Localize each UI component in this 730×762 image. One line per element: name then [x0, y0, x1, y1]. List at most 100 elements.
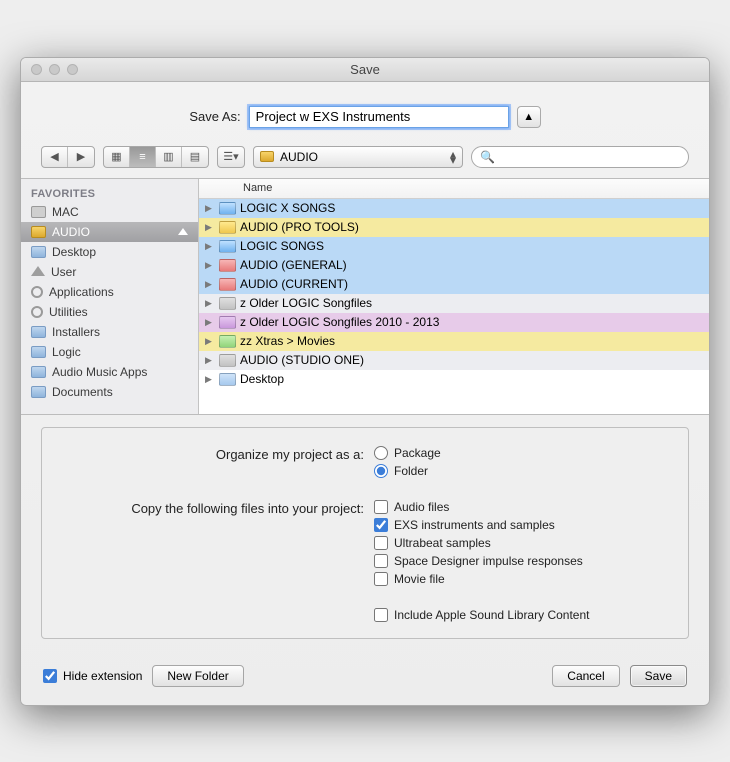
new-folder-button[interactable]: New Folder	[152, 665, 243, 687]
file-list: Name ▶LOGIC X SONGS▶AUDIO (PRO TOOLS)▶LO…	[199, 179, 709, 414]
sidebar-item-logic[interactable]: Logic	[21, 342, 198, 362]
sidebar-item-label: AUDIO	[52, 225, 90, 239]
expand-collapse-button[interactable]: ▲	[517, 106, 541, 128]
include-library-label: Include Apple Sound Library Content	[394, 608, 589, 622]
radio-label: Package	[394, 446, 441, 460]
save-button[interactable]: Save	[630, 665, 687, 687]
view-mode-segment: ▦ ≡ ▥ ▤	[103, 146, 209, 168]
sidebar-item-label: Logic	[52, 345, 81, 359]
disclosure-triangle-icon[interactable]: ▶	[205, 222, 215, 233]
gear-icon	[31, 286, 43, 298]
file-row[interactable]: ▶ LOGIC SONGS	[199, 237, 709, 256]
organize-radio-package[interactable]: Package	[374, 446, 666, 460]
copy-checkbox-input[interactable]	[374, 518, 388, 532]
nav-back-forward: ◀ ▶	[41, 146, 95, 168]
folder-icon	[219, 278, 236, 291]
search-field[interactable]: 🔍	[471, 146, 689, 168]
hide-extension-label: Hide extension	[63, 669, 142, 683]
disclosure-triangle-icon[interactable]: ▶	[205, 203, 215, 214]
group-by-button[interactable]: ☰▾	[218, 147, 244, 167]
triangle-up-icon: ▲	[523, 111, 534, 123]
options-area: Organize my project as a: PackageFolder …	[21, 414, 709, 655]
file-row[interactable]: ▶Desktop	[199, 370, 709, 389]
sidebar-item-utilities[interactable]: Utilities	[21, 302, 198, 322]
include-library-checkbox[interactable]	[374, 608, 388, 622]
organize-radio-input[interactable]	[374, 464, 388, 478]
browser-toolbar: ◀ ▶ ▦ ≡ ▥ ▤ ☰▾ AUDIO ▴▾ 🔍	[21, 142, 709, 179]
back-button[interactable]: ◀	[42, 147, 68, 167]
file-row[interactable]: ▶AUDIO (STUDIO ONE)	[199, 351, 709, 370]
file-name: AUDIO (GENERAL)	[240, 258, 703, 272]
sidebar-item-user[interactable]: User	[21, 262, 198, 282]
sidebar-item-label: Desktop	[52, 245, 96, 259]
disclosure-triangle-icon[interactable]: ▶	[205, 355, 215, 366]
file-row[interactable]: ▶AUDIO (CURRENT)	[199, 275, 709, 294]
titlebar: Save	[21, 58, 709, 82]
file-name: z Older LOGIC Songfiles 2010 - 2013	[240, 315, 703, 329]
window-title: Save	[21, 62, 709, 77]
sidebar-item-label: Applications	[49, 285, 114, 299]
copy-checkbox-input[interactable]	[374, 554, 388, 568]
disclosure-triangle-icon[interactable]: ▶	[205, 298, 215, 309]
file-name: LOGIC SONGS	[240, 239, 703, 253]
disclosure-triangle-icon[interactable]: ▶	[205, 336, 215, 347]
file-row[interactable]: ▶z Older LOGIC Songfiles	[199, 294, 709, 313]
list-view-button[interactable]: ≡	[130, 147, 156, 167]
group-by-segment: ☰▾	[217, 146, 245, 168]
folder-icon	[219, 221, 236, 234]
copy-checkbox-exs-instruments-and-samples[interactable]: EXS instruments and samples	[374, 518, 666, 532]
disclosure-triangle-icon[interactable]: ▶	[205, 279, 215, 290]
organize-label: Organize my project as a:	[64, 446, 374, 462]
eject-icon[interactable]	[178, 228, 188, 235]
disclosure-triangle-icon[interactable]: ▶	[205, 260, 215, 271]
sidebar-item-audio-music-apps[interactable]: Audio Music Apps	[21, 362, 198, 382]
sidebar-item-documents[interactable]: Documents	[21, 382, 198, 402]
copy-checkbox-input[interactable]	[374, 572, 388, 586]
file-row[interactable]: ▶ z Older LOGIC Songfiles 2010 - 2013	[199, 313, 709, 332]
disk-icon	[260, 151, 274, 162]
organize-radio-input[interactable]	[374, 446, 388, 460]
disclosure-triangle-icon[interactable]: ▶	[205, 241, 215, 252]
disclosure-triangle-icon[interactable]: ▶	[205, 317, 215, 328]
path-popup[interactable]: AUDIO ▴▾	[253, 146, 463, 168]
folder-icon	[219, 354, 236, 367]
file-browser: FAVORITES MACAUDIODesktopUserApplication…	[21, 179, 709, 414]
file-list-header-name[interactable]: Name	[199, 179, 709, 199]
copy-checkbox-ultrabeat-samples[interactable]: Ultrabeat samples	[374, 536, 666, 550]
search-icon: 🔍	[480, 150, 495, 164]
copy-checkbox-audio-files[interactable]: Audio files	[374, 500, 666, 514]
file-row[interactable]: ▶ AUDIO (GENERAL)	[199, 256, 709, 275]
copy-checkbox-space-designer-impulse-responses[interactable]: Space Designer impulse responses	[374, 554, 666, 568]
sidebar-item-installers[interactable]: Installers	[21, 322, 198, 342]
popup-chevron-icon: ▴▾	[450, 151, 456, 163]
sidebar-item-label: Audio Music Apps	[52, 365, 147, 379]
hd-icon	[31, 206, 46, 218]
file-row[interactable]: ▶LOGIC X SONGS	[199, 199, 709, 218]
column-view-button[interactable]: ▥	[156, 147, 182, 167]
coverflow-view-button[interactable]: ▤	[182, 147, 208, 167]
folder-icon	[219, 202, 236, 215]
dialog-footer: Hide extension New Folder Cancel Save	[21, 655, 709, 705]
forward-button[interactable]: ▶	[68, 147, 94, 167]
disclosure-triangle-icon[interactable]: ▶	[205, 374, 215, 385]
file-row[interactable]: ▶zz Xtras > Movies	[199, 332, 709, 351]
sidebar-item-applications[interactable]: Applications	[21, 282, 198, 302]
cancel-button[interactable]: Cancel	[552, 665, 619, 687]
copy-checkbox-input[interactable]	[374, 536, 388, 550]
checkbox-label: Audio files	[394, 500, 449, 514]
file-list-body[interactable]: ▶LOGIC X SONGS▶AUDIO (PRO TOOLS)▶LOGIC S…	[199, 199, 709, 414]
file-row[interactable]: ▶AUDIO (PRO TOOLS)	[199, 218, 709, 237]
icon-view-button[interactable]: ▦	[104, 147, 130, 167]
copy-checkbox-movie-file[interactable]: Movie file	[374, 572, 666, 586]
sidebar-item-audio[interactable]: AUDIO	[21, 222, 198, 242]
search-input[interactable]	[499, 150, 680, 164]
fold-icon	[31, 366, 46, 378]
save-as-input[interactable]	[249, 106, 509, 128]
sidebar-item-mac[interactable]: MAC	[21, 202, 198, 222]
checkbox-label: Ultrabeat samples	[394, 536, 491, 550]
organize-radio-folder[interactable]: Folder	[374, 464, 666, 478]
copy-checkbox-input[interactable]	[374, 500, 388, 514]
hide-extension-checkbox[interactable]	[43, 669, 57, 683]
sidebar-item-desktop[interactable]: Desktop	[21, 242, 198, 262]
fold-icon	[31, 386, 46, 398]
